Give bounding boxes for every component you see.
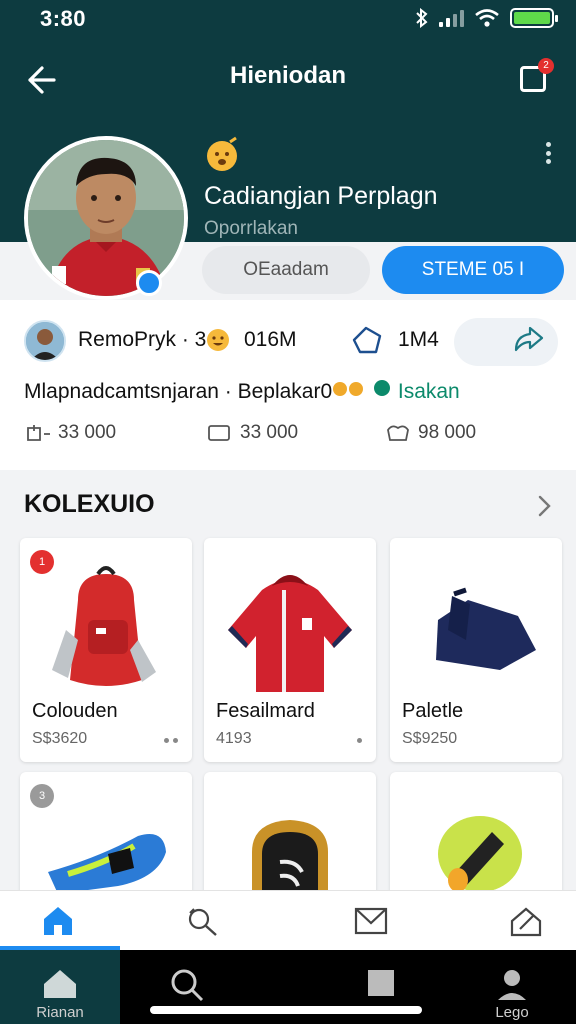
dock-search-icon xyxy=(171,969,204,1002)
dock-profile[interactable]: Lego xyxy=(452,950,572,1024)
tab-home[interactable] xyxy=(28,891,88,951)
repost-stat[interactable]: 33 000 xyxy=(24,422,116,444)
collection-card[interactable]: Paletle S$9250 xyxy=(390,538,562,762)
status-time: 3:80 xyxy=(40,6,87,31)
dock-home[interactable]: Rianan xyxy=(0,950,120,1024)
notification-badge: 2 xyxy=(538,58,554,74)
comment-count: 33 000 xyxy=(240,422,299,443)
chevron-right-icon[interactable] xyxy=(532,492,556,520)
collection-title: KOLEXUIO xyxy=(24,490,155,518)
top-nav: Hieniodan 2 xyxy=(0,52,576,102)
post-author-name[interactable]: RemoPryk · 3 xyxy=(78,328,206,352)
battery-icon xyxy=(510,8,558,28)
home-icon xyxy=(44,907,72,935)
collection-card[interactable]: Fesailmard 4193 xyxy=(204,538,376,762)
post-card: RemoPryk · 3 016M 1M4 Mlapnadcamtsnjaran… xyxy=(0,300,576,470)
tab-messages[interactable] xyxy=(340,891,400,951)
card-price: S$3620 xyxy=(32,730,88,747)
share-icon[interactable] xyxy=(350,324,384,356)
profile-name: Cadiangjan Perplagn xyxy=(204,182,438,210)
post-body: Mlapnadcamtsnjaran · Beplakar0 xyxy=(24,380,333,403)
comment-stat[interactable]: 33 000 xyxy=(206,422,298,444)
card-price: S$9250 xyxy=(402,730,458,747)
save-icon xyxy=(387,425,409,441)
bottom-tab-bar xyxy=(0,890,576,950)
backpack-image xyxy=(52,566,156,686)
tab-search[interactable] xyxy=(172,891,232,951)
card-more-icon[interactable] xyxy=(164,738,178,743)
jacket-image xyxy=(436,587,536,670)
save-stat[interactable]: 98 000 xyxy=(384,422,476,444)
bluetooth-icon xyxy=(416,8,428,28)
emoji-icon xyxy=(202,136,242,172)
repost-icon xyxy=(514,326,544,352)
post-views: 016M xyxy=(244,328,297,351)
home-indicator[interactable] xyxy=(150,1006,422,1014)
player-photo xyxy=(28,140,184,296)
dock-home-icon xyxy=(44,970,76,998)
post-likes: 1M4 xyxy=(398,328,439,351)
comment-icon xyxy=(208,425,230,441)
dock-profile-icon xyxy=(498,970,526,1000)
card-more-icon[interactable] xyxy=(357,738,362,743)
repost-button[interactable] xyxy=(454,318,558,366)
profile-avatar[interactable] xyxy=(24,136,188,300)
coin-emoji-icon xyxy=(333,382,364,396)
notifications-button[interactable]: 2 xyxy=(514,56,554,96)
tab-edit[interactable] xyxy=(496,891,556,951)
jersey-image xyxy=(228,575,352,692)
mail-icon xyxy=(354,907,388,935)
card-price: 4193 xyxy=(216,730,252,747)
follow-button[interactable]: STEME 05 I xyxy=(382,246,564,294)
repost-count-icon xyxy=(27,425,50,441)
secondary-action-button[interactable]: OEaadam xyxy=(202,246,370,294)
wifi-icon xyxy=(475,9,499,27)
collection-card[interactable]: 1 Colouden S$3620 xyxy=(20,538,192,762)
signal-icon xyxy=(439,9,464,27)
card-name: Colouden xyxy=(32,700,118,722)
status-icons xyxy=(415,8,558,28)
repost-count: 33 000 xyxy=(58,422,117,443)
status-bar: 3:80 xyxy=(0,0,576,40)
save-count: 98 000 xyxy=(418,422,477,443)
more-options-button[interactable] xyxy=(542,142,554,164)
search-icon xyxy=(188,908,217,936)
dock-profile-label: Lego xyxy=(495,1004,529,1021)
card-name: Paletle xyxy=(402,700,464,722)
page-title: Hieniodan xyxy=(229,62,346,89)
post-tag[interactable]: Isakan xyxy=(398,380,460,403)
tag-icon xyxy=(374,380,391,396)
dock-apps-icon xyxy=(368,970,394,996)
card-name: Fesailmard xyxy=(216,700,315,722)
dock-home-label: Rianan xyxy=(36,1004,84,1021)
post-author-avatar[interactable] xyxy=(24,320,66,362)
post-text: Mlapnadcamtsnjaran · Beplakar0 Isakan xyxy=(24,378,460,404)
verified-badge xyxy=(136,270,162,296)
laugh-emoji-icon xyxy=(207,329,229,351)
profile-subtitle: Oporrlakan xyxy=(204,218,298,239)
edit-icon xyxy=(510,907,542,937)
